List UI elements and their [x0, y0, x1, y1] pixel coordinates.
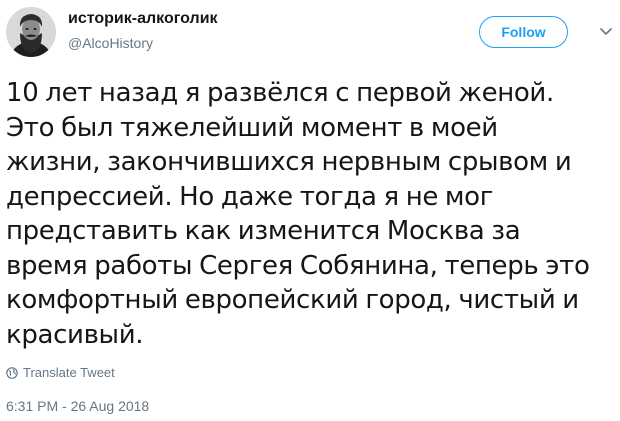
follow-button[interactable]: Follow — [479, 16, 568, 48]
avatar-portrait-image — [6, 7, 56, 57]
tweet-text-line: 10 лет назад я развёлся с первой женой. — [6, 78, 554, 108]
translate-tweet-label: Translate Tweet — [23, 364, 115, 380]
tweet-text-line: жизни, закончившихся нервным срывом и — [6, 147, 572, 177]
tweet-text-line: представить как изменится Москва за — [6, 216, 521, 246]
translate-tweet-link[interactable]: Translate Tweet — [6, 364, 115, 380]
tweet-timestamp[interactable]: 6:31 PM - 26 Aug 2018 — [6, 398, 149, 414]
tweet-text-line: Это был тяжелейший момент в моей — [6, 112, 498, 143]
author-display-name[interactable]: историк-алкоголик — [68, 10, 218, 28]
avatar[interactable] — [6, 7, 56, 57]
tweet-text-line: время работы Сергея Собянина, теперь это — [6, 250, 590, 281]
tweet-text-line: депрессией. Но даже тогда я не мог — [6, 181, 494, 212]
author-handle[interactable]: @AlcoHistory — [68, 35, 153, 51]
tweet-text: 10 лет назад я развёлся с первой женой. … — [6, 76, 612, 352]
tweet-card: историк-алкоголик @AlcoHistory Follow 10… — [0, 0, 620, 421]
tweet-text-line: красивый. — [6, 319, 144, 350]
chevron-down-icon[interactable] — [598, 23, 614, 39]
tweet-text-line: комфортный европейский город, чистый и — [6, 285, 579, 315]
globe-icon — [6, 366, 18, 379]
